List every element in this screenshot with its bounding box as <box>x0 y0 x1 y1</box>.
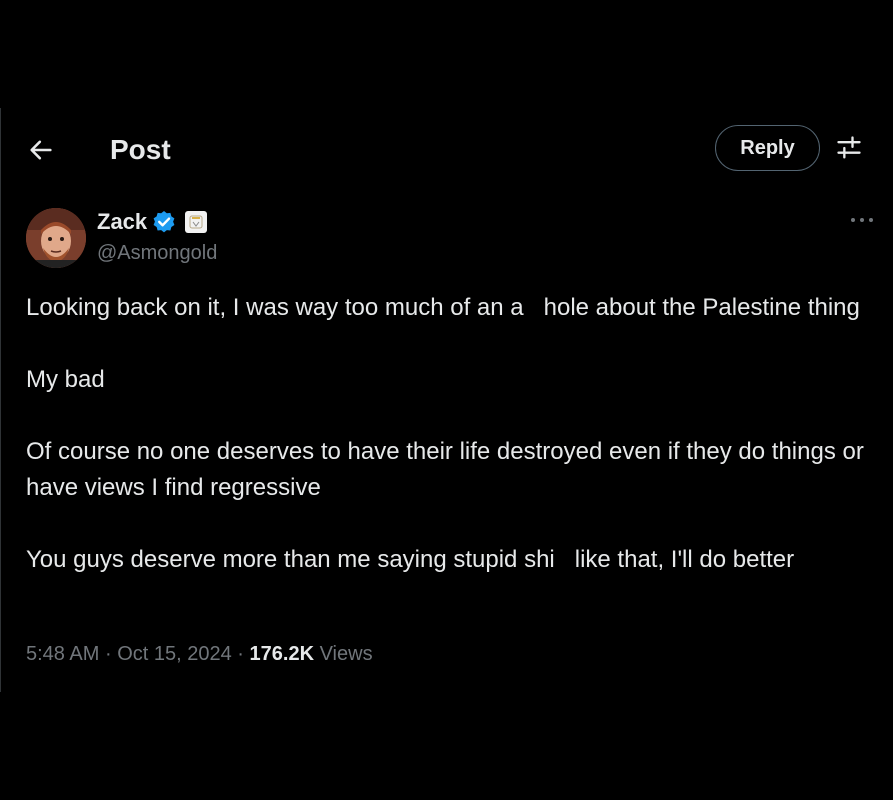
settings-button[interactable] <box>831 130 867 166</box>
avatar[interactable] <box>26 208 86 268</box>
arrow-left-icon <box>30 140 52 160</box>
post-meta: 5:48 AM · Oct 15, 2024 · 176.2K Views <box>26 640 373 668</box>
post-time[interactable]: 5:48 AM <box>26 643 99 665</box>
post-page: Post Reply Zack @Asmongold Looking back … <box>0 108 893 692</box>
post-paragraph: You guys deserve more than me saying stu… <box>26 546 795 573</box>
author-name-row: Zack <box>97 208 217 236</box>
author-info: Zack @Asmongold <box>97 208 217 268</box>
more-options-button[interactable] <box>845 208 879 232</box>
views-count: 176.2K <box>249 643 315 665</box>
verified-badge-icon[interactable] <box>151 209 177 235</box>
affiliate-badge-icon[interactable] <box>185 211 208 233</box>
post-paragraph: Looking back on it, I was way too much o… <box>26 294 860 321</box>
back-button[interactable] <box>19 128 63 172</box>
post-paragraph: Of course no one deserves to have their … <box>26 438 871 501</box>
meta-separator: · <box>104 643 112 665</box>
author-name[interactable]: Zack <box>97 208 147 236</box>
meta-separator: · <box>237 643 244 665</box>
post-date[interactable]: Oct 15, 2024 <box>117 643 232 665</box>
affiliate-logo-icon <box>189 215 203 229</box>
author-handle[interactable]: @Asmongold <box>97 238 217 268</box>
views-label: Views <box>319 643 373 665</box>
more-horizontal-icon <box>851 218 873 222</box>
post-header: Post Reply <box>1 108 893 192</box>
post-paragraph: My bad <box>26 366 105 393</box>
page-title: Post <box>110 134 171 165</box>
reply-button[interactable]: Reply <box>715 125 820 171</box>
post-text: Looking back on it, I was way too much o… <box>26 290 886 578</box>
sliders-icon <box>837 136 861 159</box>
avatar-image <box>26 208 86 268</box>
